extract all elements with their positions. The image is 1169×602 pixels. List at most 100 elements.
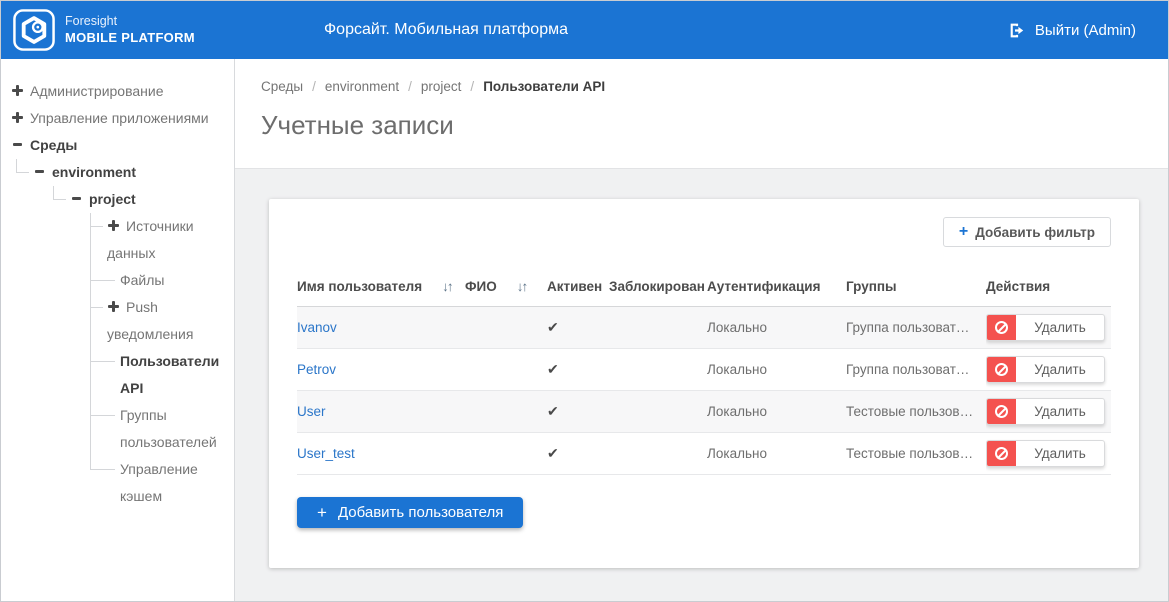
sidebar-tree-item[interactable]: Файлы [90, 267, 234, 294]
minus-icon[interactable] [11, 138, 24, 151]
delete-user-button[interactable]: Удалить [986, 440, 1105, 467]
blocked-cell [609, 307, 707, 349]
sidebar-tree-item[interactable]: Администрирование [11, 78, 234, 105]
sidebar-tree-item[interactable]: Пользователи API [90, 348, 234, 402]
delete-button-label: Удалить [1016, 315, 1104, 340]
breadcrumb-separator: / [408, 79, 412, 94]
sidebar-tree-item[interactable]: Управление приложениями [11, 105, 234, 132]
minus-icon[interactable] [33, 165, 46, 178]
sidebar-item-label: Пользователи API [120, 353, 219, 396]
active-cell: ✔ [541, 349, 609, 391]
table-row: User✔ЛокальноТестовые пользов…Удалить [297, 391, 1111, 433]
minus-icon[interactable] [70, 192, 83, 205]
fio-cell [465, 433, 541, 475]
plus-icon: + [317, 504, 327, 521]
groups-cell: Группа пользоват… [846, 307, 986, 349]
breadcrumb-item[interactable]: project [421, 79, 462, 94]
column-header: Действия [986, 270, 1111, 307]
add-filter-button[interactable]: + Добавить фильтр [943, 217, 1111, 247]
active-cell: ✔ [541, 391, 609, 433]
blocked-cell [609, 391, 707, 433]
plus-icon[interactable] [107, 219, 120, 232]
plus-icon[interactable] [11, 84, 24, 97]
username-link[interactable]: User [297, 404, 326, 419]
page-header: Среды/environment/project/Пользователи A… [235, 59, 1168, 169]
sidebar-item-label: Управление кэшем [120, 461, 198, 504]
username-cell: Petrov [297, 349, 465, 391]
table-row: User_test ✔ ЛокальноТестовые пользов… Удали… [297, 433, 1111, 475]
sidebar: Администрирование Управление приложениями… [1, 59, 235, 601]
sort-icon[interactable]: ↓↑ [517, 279, 527, 294]
app-window: Foresight MOBILE PLATFORM Форсайт. Мобил… [0, 0, 1169, 602]
table-row: Petrov✔ЛокальноГруппа пользоват…Удалить [297, 349, 1111, 391]
delete-icon-badge [987, 357, 1016, 382]
sort-icon[interactable]: ↓↑ [442, 279, 452, 294]
sidebar-item-label: Группы пользователей [120, 407, 217, 450]
foresight-logo-icon [13, 9, 55, 51]
sidebar-tree-item[interactable]: Управление кэшем [90, 456, 234, 510]
column-header-label: Действия [986, 279, 1050, 294]
table-row: Ivanov✔ЛокальноГруппа пользоват…Удалить [297, 307, 1111, 349]
sidebar-item-label: Файлы [120, 272, 164, 288]
sidebar-item-label: environment [52, 164, 136, 180]
delete-button-label: Удалить [1016, 441, 1104, 466]
sidebar-tree-item[interactable]: Среды environment project Источники данных Ф… [11, 132, 234, 510]
logout-label: Выйти (Admin) [1035, 22, 1136, 39]
delete-button-label: Удалить [1016, 399, 1104, 424]
sidebar-item-label: Администрирование [30, 83, 164, 99]
column-header: Аутентификация [707, 270, 846, 307]
column-header-label: Группы [846, 279, 897, 294]
ban-icon [995, 363, 1008, 376]
logout-button[interactable]: Выйти (Admin) [1008, 1, 1136, 59]
sidebar-tree-item[interactable]: environment project Источники данных Файлы P… [16, 159, 234, 510]
actions-cell: Удалить [986, 349, 1111, 391]
column-header: Активен [541, 270, 609, 307]
check-icon: ✔ [547, 403, 559, 419]
plus-icon: + [959, 224, 968, 240]
breadcrumb-item[interactable]: environment [325, 79, 399, 94]
auth-cell: Локально [707, 307, 846, 349]
breadcrumb-separator: / [312, 79, 316, 94]
delete-user-button[interactable]: Удалить [986, 356, 1105, 383]
groups-cell: Тестовые пользов… [846, 433, 986, 475]
sign-out-icon [1008, 22, 1025, 39]
plus-icon[interactable] [11, 111, 24, 124]
column-header-label: Активен [547, 279, 602, 294]
plus-icon[interactable] [107, 300, 120, 313]
breadcrumb-item[interactable]: Среды [261, 79, 303, 94]
main-area: Среды/environment/project/Пользователи A… [235, 59, 1168, 601]
fio-cell [465, 391, 541, 433]
brand-name: Foresight [65, 14, 195, 30]
sidebar-tree-item[interactable]: Push уведомления [90, 294, 234, 348]
check-icon: ✔ [547, 445, 559, 461]
delete-icon-badge [987, 315, 1016, 340]
groups-cell: Тестовые пользов… [846, 391, 986, 433]
username-cell: Ivanov [297, 307, 465, 349]
username-link[interactable]: Petrov [297, 362, 336, 377]
sidebar-tree-item[interactable]: Группы пользователей [90, 402, 234, 456]
breadcrumb: Среды/environment/project/Пользователи A… [261, 79, 1168, 94]
sidebar-item-label: project [89, 191, 136, 207]
delete-user-button[interactable]: Удалить [986, 314, 1105, 341]
column-header: Имя пользователя ↓↑ [297, 270, 465, 307]
username-link[interactable]: User_test [297, 446, 355, 461]
sidebar-item-label: Среды [30, 137, 77, 153]
delete-button-label: Удалить [1016, 357, 1104, 382]
auth-cell: Локально [707, 433, 846, 475]
username-cell: User [297, 391, 465, 433]
fio-cell [465, 307, 541, 349]
column-header: Группы [846, 270, 986, 307]
column-header-label: Имя пользователя [297, 279, 422, 294]
delete-user-button[interactable]: Удалить [986, 398, 1105, 425]
app-title: Форсайт. Мобильная платформа [324, 1, 568, 59]
column-header-label: Заблокирован [609, 279, 705, 294]
sidebar-tree-item[interactable]: project Источники данных Файлы Push уведомл… [53, 186, 234, 510]
brand-product: MOBILE PLATFORM [65, 30, 195, 46]
auth-cell: Локально [707, 349, 846, 391]
add-user-button[interactable]: + Добавить пользователя [297, 497, 523, 528]
check-icon: ✔ [547, 361, 559, 377]
delete-icon-badge [987, 399, 1016, 424]
sidebar-tree-item[interactable]: Источники данных [90, 213, 234, 267]
users-card: + Добавить фильтр Имя пользователя↓↑ФИО↓… [269, 199, 1139, 568]
username-link[interactable]: Ivanov [297, 320, 337, 335]
